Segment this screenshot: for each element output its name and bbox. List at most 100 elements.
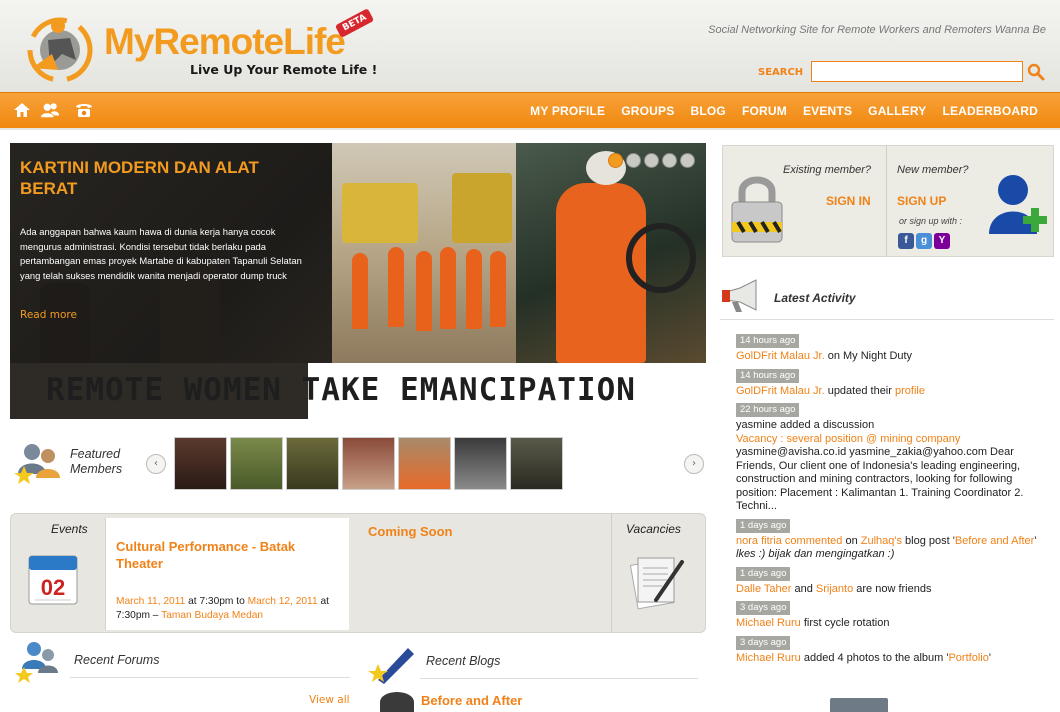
member-thumb-1[interactable] [174, 437, 227, 490]
activity-time: 22 hours ago [736, 403, 800, 417]
event-title[interactable]: Cultural Performance - Batak Theater [116, 538, 342, 572]
activity-scroll-handle[interactable] [830, 698, 888, 712]
activity-actor[interactable]: GolDFrit Malau Jr. [736, 385, 825, 397]
megaphone-icon [722, 279, 757, 312]
activity-item: 1 days ago nora fitria commented on Zulh… [736, 517, 1052, 562]
blogs-divider [420, 678, 698, 679]
nav-item-forum[interactable]: FORUM [742, 104, 787, 118]
nav-item-blog[interactable]: BLOG [690, 104, 725, 118]
hero-slider[interactable]: KARTINI MODERN DAN ALAT BERAT Ada anggap… [10, 143, 706, 419]
event-start-date[interactable]: March 11, 2011 [116, 596, 185, 607]
activity-actor[interactable]: Dalle Taher [736, 583, 791, 595]
signup-with-label: or sign up with : [899, 216, 963, 226]
sign-in-link[interactable]: SIGN IN [826, 194, 871, 208]
featured-members: Featured Members ‹ › [10, 420, 706, 512]
site-tagline: Live Up Your Remote Life ! [190, 62, 378, 77]
events-label: Events [51, 522, 88, 536]
hero-summary: Ada anggapan bahwa kaum hawa di dunia ke… [20, 226, 302, 281]
latest-activity-title: Latest Activity [774, 291, 856, 305]
vacancies-panel[interactable]: Vacancies [611, 514, 707, 632]
event-venue[interactable]: Taman Budaya Medan [161, 610, 263, 621]
sign-up-link[interactable]: SIGN UP [897, 194, 946, 208]
hero-photo-group [332, 143, 518, 363]
member-thumb-3[interactable] [286, 437, 339, 490]
activity-link[interactable]: Vacancy : several position @ mining comp… [736, 433, 960, 445]
hero-dot-4[interactable] [662, 153, 677, 168]
member-thumb-4[interactable] [342, 437, 395, 490]
activity-text: first cycle rotation [800, 617, 890, 629]
logo-word-remotelife: RemoteLife [153, 21, 345, 62]
nav-item-leaderboard[interactable]: LEADERBOARD [942, 104, 1038, 118]
activity-actor[interactable]: yasmine [736, 419, 777, 431]
new-member-label: New member? [897, 164, 969, 176]
recent-forums-title: Recent Forums [74, 653, 160, 667]
featured-next-button[interactable]: › [684, 454, 704, 474]
member-thumb-2[interactable] [230, 437, 283, 490]
site-logo-text[interactable]: MyRemoteLife [104, 21, 346, 62]
activity-link[interactable]: Portfolio [948, 652, 988, 664]
auth-box: Existing member? SIGN IN New member? SIG… [722, 145, 1054, 257]
activity-link[interactable]: Srijanto [816, 583, 853, 595]
member-thumb-7[interactable] [510, 437, 563, 490]
search-input[interactable] [811, 61, 1023, 82]
hero-dot-2[interactable] [626, 153, 641, 168]
blog-post-thumbnail[interactable] [380, 692, 414, 712]
activity-item: 22 hours ago yasmine added a discussion V… [736, 401, 1052, 514]
logo-icon[interactable] [18, 8, 102, 86]
nav-item-events[interactable]: EVENTS [803, 104, 852, 118]
nav-item-gallery[interactable]: GALLERY [868, 104, 926, 118]
yahoo-icon[interactable]: Y [934, 233, 950, 249]
nav-item-my-profile[interactable]: MY PROFILE [530, 104, 605, 118]
hero-caption-overlay: KARTINI MODERN DAN ALAT BERAT Ada anggap… [10, 143, 332, 363]
activity-item: 1 days ago Dalle Taher and Srijanto are … [736, 565, 1052, 597]
hero-read-more-link[interactable]: Read more [20, 309, 77, 321]
calendar-day: 02 [41, 575, 65, 600]
forums-divider [70, 677, 350, 678]
activity-link-2[interactable]: Before and After [955, 535, 1035, 547]
user-add-icon [989, 175, 1047, 234]
activity-link[interactable]: Zulhaq's [861, 535, 902, 547]
recent-blogs-title: Recent Blogs [426, 654, 501, 668]
hero-dot-3[interactable] [644, 153, 659, 168]
hero-dot-1[interactable] [608, 153, 623, 168]
member-thumb-6[interactable] [454, 437, 507, 490]
nav-menu: MY PROFILE GROUPS BLOG FORUM EVENTS GALL… [514, 93, 1038, 129]
social-signup-row: f g Y [898, 233, 950, 249]
facebook-icon[interactable]: f [898, 233, 914, 249]
activity-text: updated their [824, 384, 895, 397]
latest-activity-header: Latest Activity [720, 278, 1054, 320]
existing-member-label: Existing member? [783, 164, 872, 176]
activity-actor[interactable]: nora fitria commented [736, 535, 842, 547]
members-icon[interactable] [40, 101, 60, 119]
featured-prev-button[interactable]: ‹ [146, 454, 166, 474]
vacancies-label: Vacancies [626, 522, 681, 536]
phone-icon[interactable] [74, 101, 94, 119]
featured-members-icon [14, 444, 60, 484]
blog-pen-icon [368, 648, 414, 684]
member-thumb-5[interactable] [398, 437, 451, 490]
activity-text: on [842, 534, 861, 547]
activity-actor[interactable]: GolDFrit Malau Jr. [736, 350, 825, 362]
hero-title[interactable]: KARTINI MODERN DAN ALAT BERAT [20, 157, 310, 199]
blog-post-title[interactable]: Before and After [421, 693, 522, 708]
hero-photo-operator [516, 143, 706, 363]
featured-label-line1: Featured [70, 447, 121, 461]
activity-actor[interactable]: Michael Ruru [736, 617, 801, 629]
site-description: Social Networking Site for Remote Worker… [708, 24, 1046, 36]
activity-actor[interactable]: Michael Ruru [736, 652, 801, 664]
google-icon[interactable]: g [916, 233, 932, 249]
search-icon[interactable] [1027, 63, 1045, 81]
activity-time: 14 hours ago [736, 334, 800, 348]
activity-quote: lkes :) bijak dan mengingatkan :) [736, 548, 895, 560]
forums-view-all-link[interactable]: View all [309, 694, 350, 706]
event-end-date[interactable]: March 12, 2011 [248, 596, 318, 607]
activity-text-2: ' [988, 651, 991, 664]
activity-item: 14 hours ago GolDFrit Malau Jr. updated … [736, 367, 1052, 399]
hero-dot-5[interactable] [680, 153, 695, 168]
beta-badge: BETA [334, 8, 375, 38]
featured-label-line2: Members [70, 462, 123, 476]
nav-item-groups[interactable]: GROUPS [621, 104, 674, 118]
activity-body: yasmine@avisha.co.id yasmine_zakia@yahoo… [736, 446, 1024, 512]
activity-link[interactable]: profile [895, 385, 925, 397]
home-icon[interactable] [12, 101, 32, 119]
